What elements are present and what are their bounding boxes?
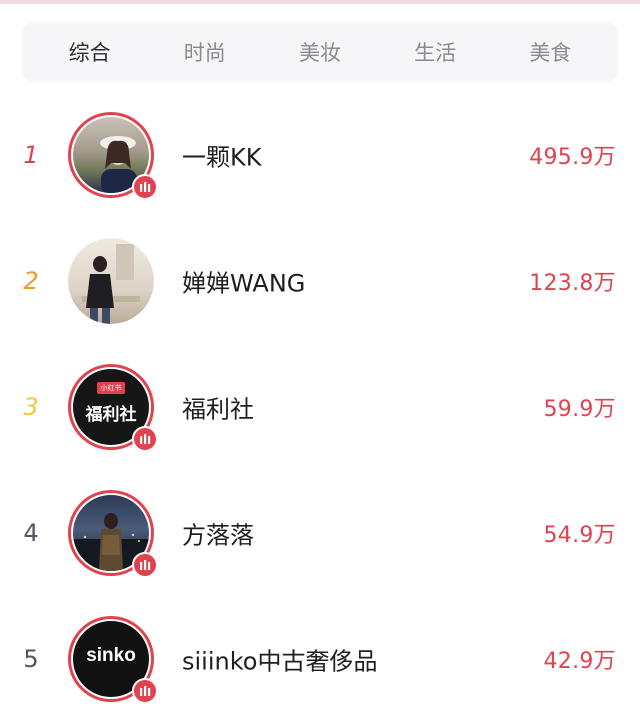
ranking-row[interactable]: 4 方落落 54.9万 — [0, 470, 640, 596]
avatar[interactable]: 小红书 福利社 — [68, 364, 158, 452]
tab-fashion[interactable]: 时尚 — [155, 37, 255, 67]
ranking-row[interactable]: 1 一颗KK 495.9万 — [0, 92, 640, 218]
account-name[interactable]: 一颗KK — [182, 138, 261, 173]
category-tabs: 综合 时尚 美妆 生活 美食 — [22, 22, 618, 82]
tab-comprehensive[interactable]: 综合 — [40, 37, 140, 67]
account-name[interactable]: siiinko中古奢侈品 — [182, 642, 377, 677]
avatar-photo — [68, 238, 154, 324]
ranking-row[interactable]: 5 sinko siiinko中古奢侈品 42.9万 — [0, 596, 640, 722]
follower-count: 495.9万 — [529, 145, 616, 170]
ranking-row[interactable]: 3 小红书 福利社 福利社 59.9万 — [0, 344, 640, 470]
account-name[interactable]: 婵婵WANG — [182, 264, 305, 299]
avatar[interactable] — [68, 238, 154, 324]
logo-text: 福利社 — [85, 405, 137, 425]
rank-number: 5 — [23, 645, 39, 673]
avatar[interactable]: sinko — [68, 616, 158, 704]
tab-beauty[interactable]: 美妆 — [270, 37, 370, 67]
tab-food[interactable]: 美食 — [500, 37, 600, 67]
account-name[interactable]: 福利社 — [182, 390, 254, 425]
rank-number: 4 — [23, 519, 39, 547]
logo-tag: 小红书 — [97, 382, 125, 394]
follower-count: 59.9万 — [543, 397, 616, 422]
live-badge-icon — [132, 174, 158, 200]
live-badge-icon — [132, 426, 158, 452]
follower-count: 54.9万 — [543, 523, 616, 548]
tab-lifestyle[interactable]: 生活 — [385, 37, 485, 67]
follower-count: 42.9万 — [543, 649, 616, 674]
live-badge-icon — [132, 552, 158, 578]
follower-count: 123.8万 — [529, 271, 616, 296]
account-name[interactable]: 方落落 — [182, 516, 254, 551]
ranking-row[interactable]: 2 婵婵WANG 123.8万 — [0, 218, 640, 344]
rank-number: 1 — [23, 141, 39, 169]
rank-number: 3 — [23, 393, 39, 421]
live-badge-icon — [132, 678, 158, 704]
rank-number: 2 — [23, 267, 39, 295]
avatar[interactable] — [68, 490, 158, 578]
top-divider — [0, 0, 640, 4]
logo-text: sinko — [86, 645, 136, 666]
avatar[interactable] — [68, 112, 158, 200]
